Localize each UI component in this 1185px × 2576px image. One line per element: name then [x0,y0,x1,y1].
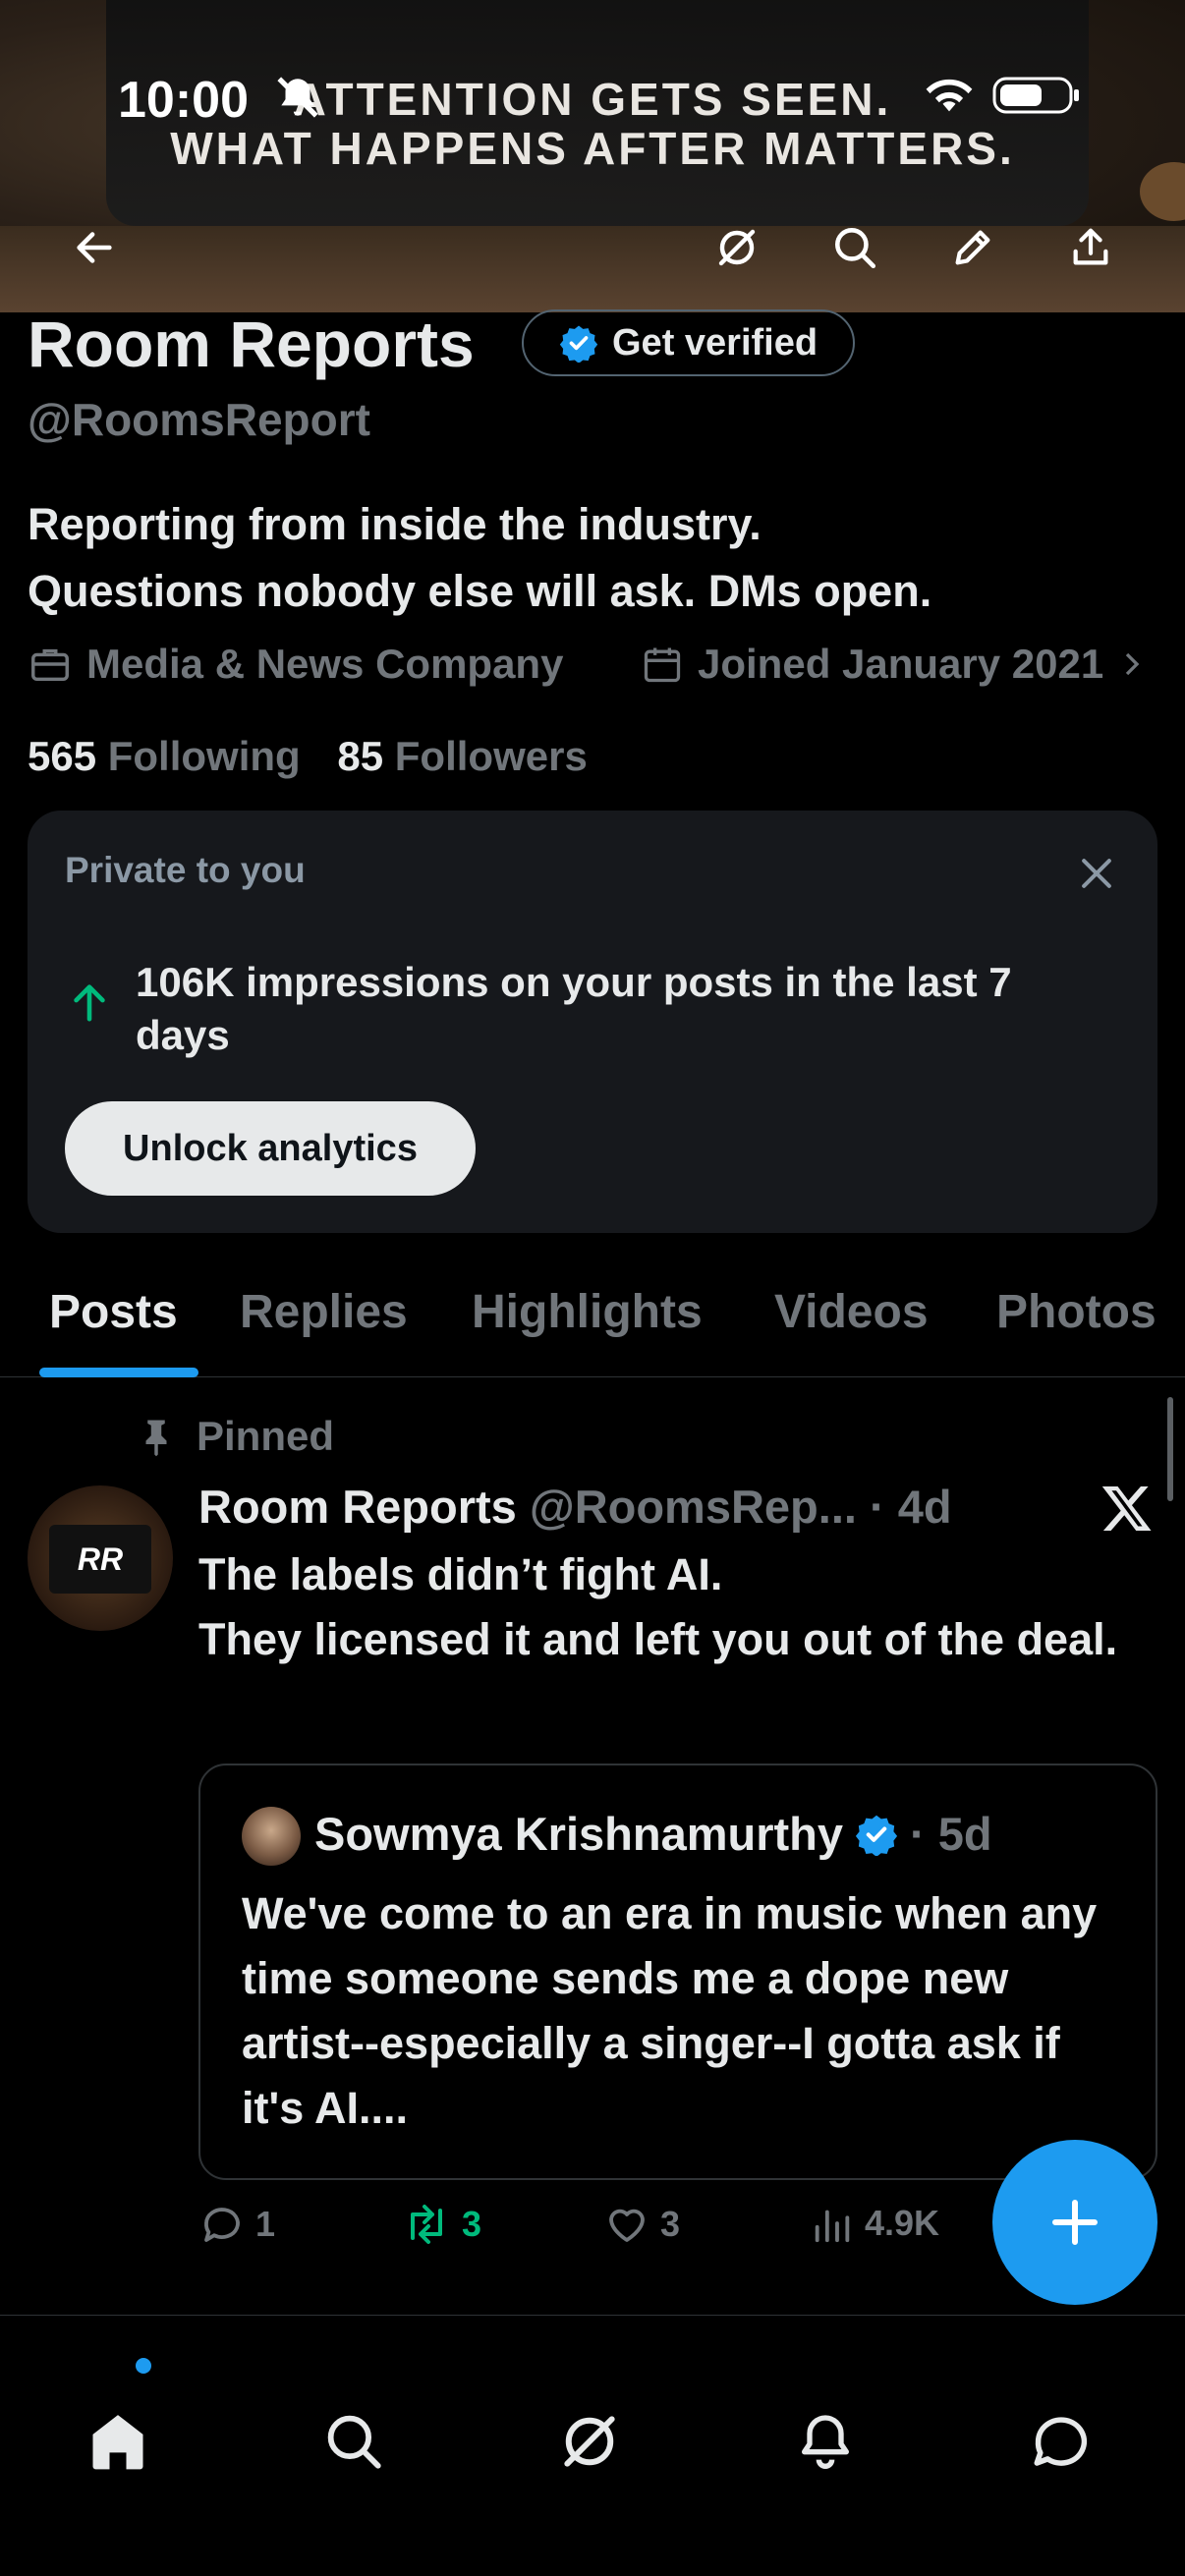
quote-age: · 5d [910,1808,992,1860]
post-age: · 4d [870,1481,952,1533]
avatar-logo-text: RR [49,1525,151,1594]
tab-posts[interactable]: Posts [49,1285,178,1339]
edit-pencil-icon[interactable] [943,218,1002,277]
profile-name: Room Reports [28,308,475,380]
impressions-text: 106K impressions on your posts in the la… [136,959,1012,1058]
views-count: 4.9K [865,2203,940,2243]
quote-header: Sowmya Krishnamurthy · 5d [314,1807,992,1861]
profile-banner: ATTENTION GETS SEEN. WHAT HAPPENS AFTER … [0,0,1185,312]
bio-line-1: Reporting from inside the industry. [28,499,762,549]
plus-icon [1052,2200,1098,2245]
battery-icon [992,77,1081,114]
nav-home-icon[interactable] [79,2402,157,2481]
follow-stats: 565 Following 85 Followers [28,733,588,780]
scrollbar-thumb[interactable] [1167,1397,1173,1501]
wifi-icon [924,73,975,116]
nav-search-icon[interactable] [314,2402,393,2481]
x-logo-icon[interactable] [1100,1482,1154,1535]
mute-icon [273,73,322,122]
reply-count: 1 [255,2204,276,2244]
active-tab-indicator [39,1368,198,1377]
repost-button[interactable]: 3 [401,2201,481,2248]
share-icon[interactable] [1061,218,1120,277]
quoted-post[interactable]: Sowmya Krishnamurthy · 5d We've come to … [198,1764,1157,2180]
home-notification-dot [136,2358,151,2374]
post-avatar[interactable]: RR [28,1485,173,1631]
profile-joined: Joined January 2021 [641,641,1147,688]
bio-line-2: Questions nobody else will ask. DMs open… [28,566,932,616]
chevron-right-icon[interactable] [1117,644,1147,684]
compose-post-button[interactable] [992,2140,1157,2305]
post-header: Room Reports @RoomsRep... · 4d [198,1480,952,1534]
like-count: 3 [660,2204,681,2244]
tab-photos[interactable]: Photos [996,1285,1157,1339]
post-author-name[interactable]: Room Reports [198,1481,517,1533]
quote-text: We've come to an era in music when any t… [242,1888,1098,2133]
search-icon[interactable] [825,218,884,277]
nav-notifications-icon[interactable] [786,2402,865,2481]
views-button[interactable]: 4.9K [810,2201,939,2246]
unlock-analytics-button[interactable]: Unlock analytics [65,1101,476,1196]
pinned-label: Pinned [197,1413,335,1459]
nav-messages-icon[interactable] [1022,2402,1100,2481]
post-actions: 1 3 3 4.9K [198,2201,985,2260]
quote-author-name: Sowmya Krishnamurthy [314,1808,844,1860]
category-label: Media & News Company [86,641,564,687]
nav-grok-icon[interactable] [550,2402,629,2481]
quote-avatar [242,1807,301,1866]
following-link[interactable]: 565 Following [28,733,301,779]
joined-label: Joined January 2021 [698,641,1104,687]
private-label: Private to you [65,850,306,890]
tab-highlights[interactable]: Highlights [472,1285,703,1339]
pin-icon [136,1417,177,1458]
post-text-line-2: They licensed it and left you out of the… [198,1614,1118,1664]
verified-badge-icon [559,323,598,363]
like-button[interactable]: 3 [603,2201,680,2248]
tab-replies[interactable]: Replies [240,1285,408,1339]
back-arrow-icon[interactable] [65,218,124,277]
profile-bio: Reporting from inside the industry. Ques… [28,491,931,625]
profile-handle: @RoomsReport [28,394,370,445]
post-author-handle: @RoomsRep... [529,1481,857,1533]
trend-up-arrow-icon [67,980,112,1025]
banner-floor [0,226,1185,312]
briefcase-icon [28,642,73,687]
quote-verified-badge-icon [855,1813,898,1856]
get-verified-label: Get verified [612,321,818,364]
grok-icon[interactable] [707,218,766,277]
followers-link[interactable]: 85 Followers [337,733,587,779]
status-time: 10:00 [118,72,249,129]
profile-tabs: Posts Replies Highlights Videos Photos [0,1248,1185,1377]
tab-videos[interactable]: Videos [774,1285,929,1339]
analytics-card: Private to you 106K impressions on your … [28,811,1157,1233]
get-verified-button[interactable]: Get verified [522,309,856,376]
banner-text-line2: WHAT HAPPENS AFTER MATTERS. [170,123,1015,174]
post-text: The labels didn’t fight AI. They license… [198,1542,1142,1672]
reply-button[interactable]: 1 [198,2201,275,2248]
profile-category: Media & News Company [28,641,563,688]
post-text-line-1: The labels didn’t fight AI. [198,1549,723,1599]
close-icon[interactable] [1075,852,1118,895]
repost-count: 3 [462,2204,482,2244]
bottom-navigation [0,2315,1185,2576]
calendar-icon [641,643,684,686]
